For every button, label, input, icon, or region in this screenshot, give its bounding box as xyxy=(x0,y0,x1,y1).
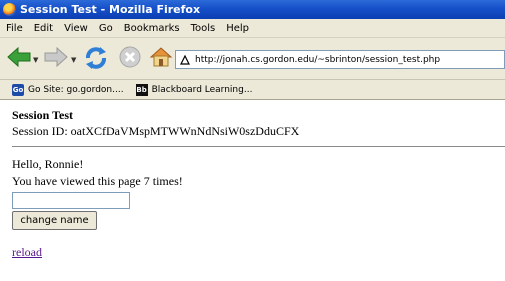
bookmarks-toolbar: Go Go Site: go.gordon.... Bb Blackboard … xyxy=(0,80,505,100)
menu-view[interactable]: View xyxy=(64,23,88,34)
forward-dropdown-icon[interactable]: ▼ xyxy=(71,56,76,64)
address-bar[interactable]: http://jonah.cs.gordon.edu/~sbrinton/ses… xyxy=(175,50,505,69)
change-name-button[interactable]: change name xyxy=(12,211,97,230)
stop-icon[interactable] xyxy=(117,44,143,70)
menu-file[interactable]: File xyxy=(6,23,23,34)
menu-tools[interactable]: Tools xyxy=(191,23,216,34)
home-icon[interactable] xyxy=(148,44,174,70)
bookmark-label: Blackboard Learning... xyxy=(151,84,253,95)
bookmark-label: Go Site: go.gordon.... xyxy=(28,84,124,95)
back-dropdown-icon[interactable]: ▼ xyxy=(33,56,38,64)
menu-go[interactable]: Go xyxy=(99,23,113,34)
navigation-toolbar: ▼ ▼ http://jonah.cs.gordon.edu/~sbrinton… xyxy=(0,38,505,80)
greeting-text: Hello, Ronnie! xyxy=(12,157,84,171)
menu-edit[interactable]: Edit xyxy=(34,23,53,34)
page-content: Session Test Session ID: oatXCfDaVMspMTW… xyxy=(0,101,505,281)
name-input[interactable] xyxy=(12,192,130,209)
bookmark-blackboard[interactable]: Bb Blackboard Learning... xyxy=(135,83,253,96)
menu-help[interactable]: Help xyxy=(226,23,249,34)
window-title: Session Test - Mozilla Firefox xyxy=(20,3,201,16)
address-url: http://jonah.cs.gordon.edu/~sbrinton/ses… xyxy=(195,54,441,65)
reload-link[interactable]: reload xyxy=(12,245,42,260)
window-title-bar: Session Test - Mozilla Firefox xyxy=(0,0,505,19)
menu-bar: File Edit View Go Bookmarks Tools Help xyxy=(0,19,505,38)
blackboard-icon: Bb xyxy=(135,83,148,96)
menu-bookmarks[interactable]: Bookmarks xyxy=(124,23,180,34)
bookmark-go-site[interactable]: Go Go Site: go.gordon.... xyxy=(12,83,124,96)
page-icon xyxy=(180,54,190,65)
session-id-text: Session ID: oatXCfDaVMspMTWWnNdNsiW0szDd… xyxy=(12,124,300,138)
horizontal-rule xyxy=(12,146,505,147)
forward-arrow-icon[interactable] xyxy=(43,44,69,70)
firefox-icon xyxy=(3,3,16,16)
go-site-icon: Go xyxy=(12,83,24,96)
page-title: Session Test xyxy=(12,108,74,122)
reload-icon[interactable] xyxy=(82,44,110,72)
view-count-text: You have viewed this page 7 times! xyxy=(12,174,183,188)
back-arrow-icon[interactable] xyxy=(6,44,32,70)
